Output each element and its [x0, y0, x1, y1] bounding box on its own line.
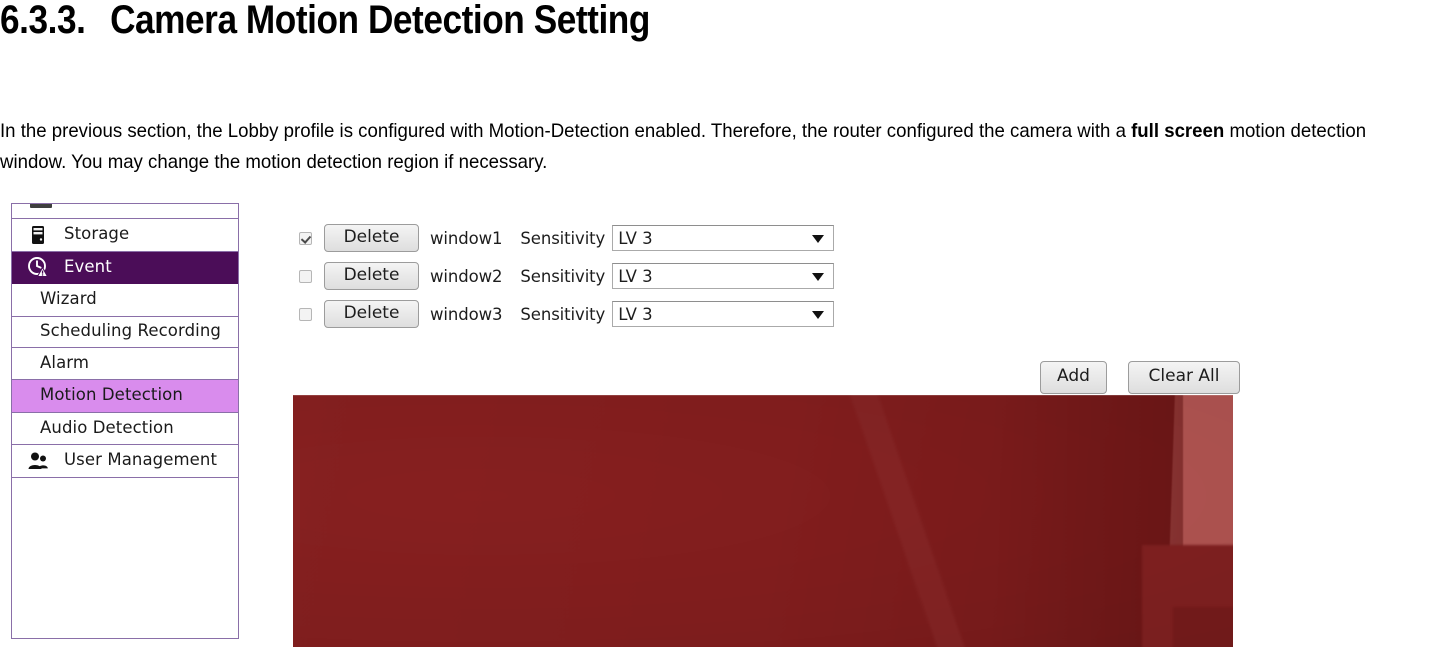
motion-window-actions: Add Clear All [1040, 361, 1240, 394]
sidebar-item-storage[interactable]: Storage [12, 219, 238, 252]
window3-delete-button[interactable]: Delete [324, 299, 419, 329]
sidebar-item-label: Event [64, 256, 112, 276]
sidebar-item-label: Audio Detection [40, 417, 174, 437]
paragraph-text-before-bold: In the previous section, the Lobby profi… [0, 119, 1132, 142]
window3-sensitivity-value: LV 3 [618, 304, 653, 324]
window2-sensitivity-select[interactable]: LV 3 [612, 263, 835, 289]
sidebar-item-alarm[interactable]: Alarm [12, 347, 238, 381]
sidebar-item-label: Storage [64, 224, 130, 243]
sidebar-item-label: Scheduling Recording [40, 320, 221, 340]
section-number: 6.3.3. [0, 0, 86, 42]
window1-sensitivity-select[interactable]: LV 3 [612, 225, 835, 251]
paragraph-bold-term: full screen [1131, 119, 1225, 142]
window3-sensitivity-label: Sensitivity [520, 304, 606, 324]
users-icon [28, 452, 48, 470]
clear-all-button[interactable]: Clear All [1128, 361, 1240, 394]
intro-paragraph: In the previous section, the Lobby profi… [0, 116, 1377, 178]
storage-icon [32, 225, 44, 244]
window2-enable-checkbox[interactable] [299, 269, 312, 283]
window2-name-label: window2 [430, 266, 503, 286]
camera-preview-with-motion-region[interactable] [293, 395, 1233, 647]
window1-enable-checkbox[interactable] [299, 231, 312, 245]
chevron-down-icon [812, 311, 825, 319]
window1-delete-button[interactable]: Delete [324, 223, 419, 253]
window1-sensitivity-label: Sensitivity [520, 228, 606, 248]
motion-window-row: Delete window1 Sensitivity LV 3 [299, 219, 839, 257]
section-title: Camera Motion Detection Setting [110, 0, 650, 42]
sidebar-item-audio-detection[interactable]: Audio Detection [12, 412, 238, 446]
sidebar-item-scheduling-recording[interactable]: Scheduling Recording [12, 316, 238, 348]
camera-settings-sidebar: Storage Event Wizard Scheduling Recordin… [11, 203, 239, 639]
sidebar-item-wizard[interactable]: Wizard [12, 284, 238, 317]
window2-sensitivity-value: LV 3 [618, 266, 653, 286]
motion-window-list: Delete window1 Sensitivity LV 3 Delete w… [299, 219, 839, 333]
sidebar-item-user-management[interactable]: User Management [12, 445, 238, 478]
window3-enable-checkbox[interactable] [299, 307, 312, 321]
sidebar-item-motion-detection[interactable]: Motion Detection [12, 380, 238, 413]
window1-name-label: window1 [430, 228, 503, 248]
window1-sensitivity-value: LV 3 [618, 228, 653, 248]
sidebar-item-label: Alarm [40, 352, 90, 372]
window3-sensitivity-select[interactable]: LV 3 [612, 301, 835, 327]
clipped-icon [30, 204, 52, 208]
sidebar-empty-area [12, 478, 238, 638]
window3-name-label: window3 [430, 304, 503, 324]
chevron-down-icon [812, 235, 825, 243]
motion-window-row: Delete window3 Sensitivity LV 3 [299, 295, 839, 333]
page-title: 6.3.3. Camera Motion Detection Setting [0, 0, 650, 43]
sidebar-item-label: Motion Detection [40, 385, 183, 405]
preview-base-lower-shape [1173, 607, 1233, 647]
event-clock-icon [28, 257, 49, 278]
window2-delete-button[interactable]: Delete [324, 261, 419, 291]
sidebar-item-label: Wizard [40, 289, 97, 309]
sidebar-item-label: User Management [64, 450, 218, 470]
add-window-button[interactable]: Add [1040, 361, 1107, 394]
motion-window-row: Delete window2 Sensitivity LV 3 [299, 257, 839, 295]
sidebar-item-event[interactable]: Event [12, 251, 238, 285]
window2-sensitivity-label: Sensitivity [520, 266, 606, 286]
sidebar-clipped-item [12, 204, 238, 219]
chevron-down-icon [812, 273, 825, 281]
